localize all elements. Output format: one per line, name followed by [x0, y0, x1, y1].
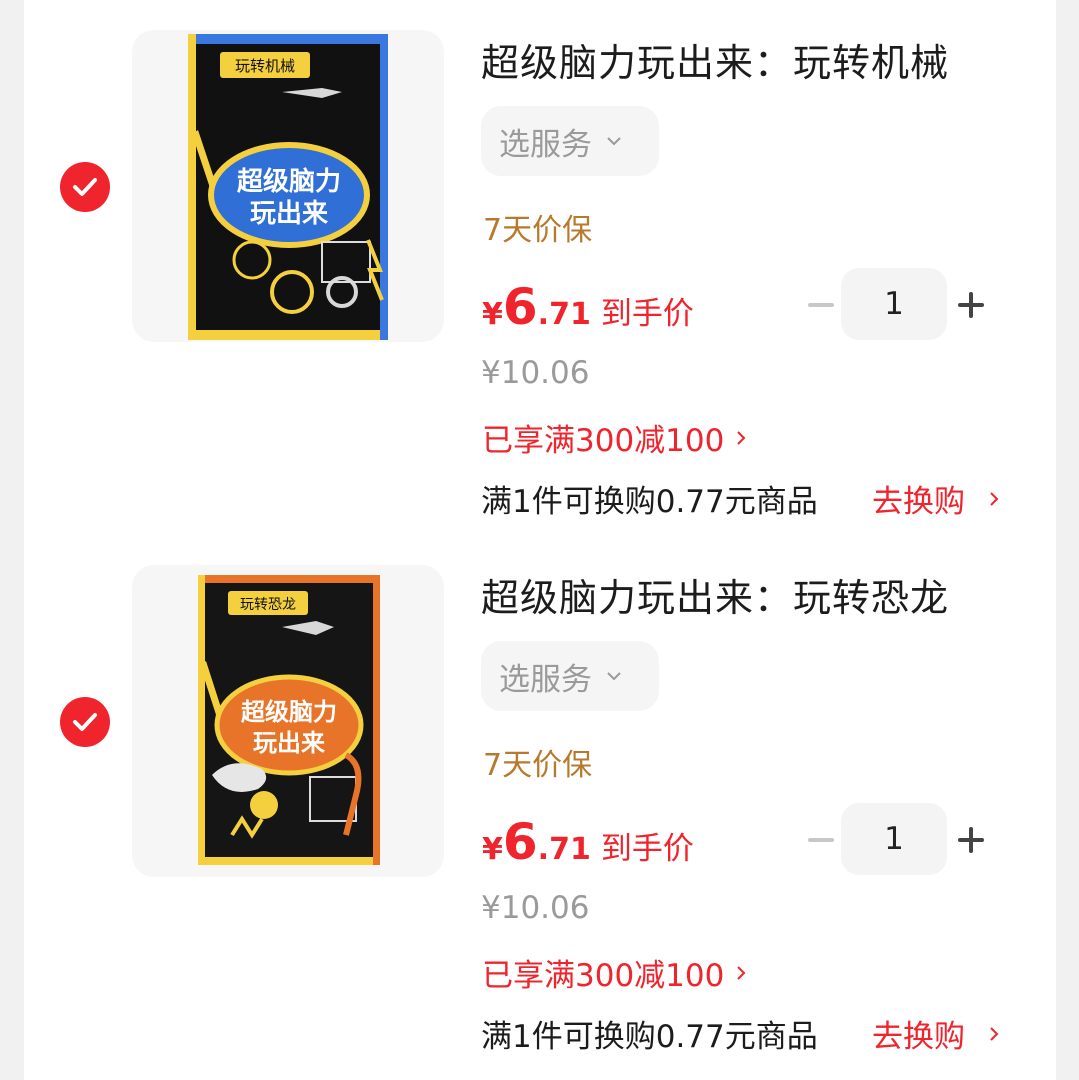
cart-item: 玩转机械 超级脑力 玩出来 超级脑力玩出来：玩转机械 选服务 7天价保 ¥ 6 … — [24, 0, 1056, 535]
chevron-down-icon — [606, 671, 622, 681]
price-integer: 6 — [502, 278, 538, 336]
checkmark-icon — [73, 713, 97, 731]
select-service-label: 选服务 — [499, 661, 592, 698]
original-price: ¥10.06 — [481, 890, 590, 926]
price-decimal: .71 — [537, 832, 591, 867]
select-service-button[interactable]: 选服务 — [481, 641, 659, 711]
exchange-link[interactable]: 去换购 — [872, 1011, 999, 1056]
cover-title-line1: 超级脑力 — [241, 698, 337, 726]
decrease-button[interactable] — [804, 288, 838, 322]
price-integer: 6 — [502, 813, 538, 871]
product-image[interactable]: 玩转恐龙 超级脑力 玩出来 — [132, 565, 444, 877]
cover-tag: 玩转恐龙 — [240, 597, 296, 613]
exchange-text: 满1件可换购0.77元商品 — [481, 1019, 818, 1055]
item-checkbox[interactable] — [60, 697, 110, 747]
price-protect-label[interactable]: 7天价保 — [483, 740, 592, 784]
promo-link[interactable]: 已享满300减100 — [482, 950, 746, 995]
cover-tag: 玩转机械 — [235, 57, 295, 75]
cover-title-line2: 玩出来 — [253, 729, 326, 757]
chevron-right-icon — [989, 491, 999, 507]
increase-button[interactable] — [954, 288, 988, 322]
chevron-right-icon — [736, 965, 746, 981]
price-label: 到手价 — [600, 831, 694, 867]
chevron-right-icon — [989, 1026, 999, 1042]
plus-icon — [958, 292, 984, 318]
minus-icon — [808, 303, 834, 307]
book-cover-image: 玩转恐龙 超级脑力 玩出来 — [198, 575, 380, 865]
exchange-link-label: 去换购 — [872, 484, 965, 520]
minus-icon — [808, 838, 834, 842]
item-checkbox[interactable] — [60, 162, 110, 212]
exchange-link[interactable]: 去换购 — [872, 476, 999, 521]
exchange-text: 满1件可换购0.77元商品 — [481, 484, 818, 520]
select-service-button[interactable]: 选服务 — [481, 106, 659, 176]
cart-item: 玩转恐龙 超级脑力 玩出来 超级脑力玩出来：玩转恐龙 选服务 7天价保 ¥ 6 … — [24, 535, 1056, 1070]
original-price: ¥10.06 — [481, 355, 590, 391]
price-currency: ¥ — [482, 297, 503, 332]
exchange-link-label: 去换购 — [872, 1019, 965, 1055]
promo-text: 已享满300减100 — [482, 423, 725, 459]
price-decimal: .71 — [537, 297, 591, 332]
cover-title-line1: 超级脑力 — [237, 166, 341, 197]
chevron-down-icon — [606, 136, 622, 146]
cover-title-line2: 玩出来 — [250, 199, 329, 229]
quantity-input[interactable]: 1 — [841, 268, 947, 340]
quantity-input[interactable]: 1 — [841, 803, 947, 875]
increase-button[interactable] — [954, 823, 988, 857]
book-cover-image: 玩转机械 超级脑力 玩出来 — [188, 34, 388, 340]
chevron-right-icon — [736, 430, 746, 446]
final-price: ¥ 6 .71 到手价 — [482, 813, 694, 871]
price-protect-label[interactable]: 7天价保 — [483, 205, 592, 249]
select-service-label: 选服务 — [499, 126, 592, 163]
quantity-stepper: 1 — [804, 803, 1014, 875]
price-label: 到手价 — [600, 296, 694, 332]
product-image[interactable]: 玩转机械 超级脑力 玩出来 — [132, 30, 444, 342]
price-currency: ¥ — [482, 832, 503, 867]
plus-icon — [958, 827, 984, 853]
product-title[interactable]: 超级脑力玩出来：玩转机械 — [481, 32, 949, 87]
checkmark-icon — [73, 178, 97, 196]
decrease-button[interactable] — [804, 823, 838, 857]
promo-text: 已享满300减100 — [482, 958, 725, 994]
product-title[interactable]: 超级脑力玩出来：玩转恐龙 — [481, 567, 949, 622]
promo-link[interactable]: 已享满300减100 — [482, 415, 746, 460]
quantity-stepper: 1 — [804, 268, 1014, 340]
cart-card: 玩转机械 超级脑力 玩出来 超级脑力玩出来：玩转机械 选服务 7天价保 ¥ 6 … — [24, 0, 1056, 1080]
final-price: ¥ 6 .71 到手价 — [482, 278, 694, 336]
